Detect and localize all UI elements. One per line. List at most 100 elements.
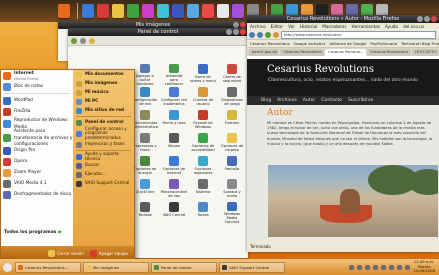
control-panel-item[interactable]: Fuentes bbox=[219, 110, 245, 131]
site-nav-link[interactable]: Contacto bbox=[321, 96, 342, 105]
site-nav-link[interactable]: Blog bbox=[261, 96, 271, 105]
control-panel-item[interactable]: Mouse bbox=[161, 133, 187, 154]
control-panel-item[interactable]: Cuentas de usuario bbox=[190, 87, 216, 108]
control-panel-item[interactable]: Herramientas administrativas bbox=[132, 110, 158, 131]
firefox-menu-delicious[interactable]: del.icio.us bbox=[403, 23, 424, 30]
control-panel-item[interactable]: Sistema bbox=[190, 179, 216, 200]
clock[interactable]: 11:49 a.m. Martes 15/08/2006 bbox=[413, 259, 435, 273]
bookmark-item[interactable]: Cesarius Revolutions bbox=[250, 40, 290, 47]
site-nav-link[interactable]: Suscribirse bbox=[348, 96, 373, 105]
control-panel-titlebar[interactable]: Panel de control bbox=[68, 28, 248, 36]
note-icon[interactable] bbox=[217, 4, 229, 18]
start-menu-program[interactable]: VAIO Media 4.1 bbox=[1, 178, 73, 189]
firefox-menu-historial[interactable]: Historial bbox=[300, 23, 317, 30]
photo-icon[interactable] bbox=[142, 4, 154, 18]
security-icon[interactable] bbox=[365, 264, 371, 270]
control-panel-item[interactable]: Configurar red inalámbrica bbox=[161, 87, 187, 108]
control-panel-item[interactable]: Centro de seguridad bbox=[219, 64, 245, 85]
firefox-menu-archivo[interactable]: Archivo bbox=[250, 23, 266, 30]
control-panel-item[interactable]: Firewall de Windows bbox=[190, 110, 216, 131]
taskbar-task[interactable]: Cesarius Revolutions... bbox=[15, 261, 81, 273]
start-menu-place[interactable]: Mis sitios de red bbox=[73, 106, 134, 115]
control-panel-item[interactable]: Reconocimiento de voz bbox=[161, 179, 187, 200]
bookmark-item[interactable]: AdSense de Google bbox=[329, 40, 366, 47]
control-panel-item[interactable]: Opciones de Internet bbox=[161, 156, 187, 177]
control-panel-item[interactable]: Teclado bbox=[132, 202, 158, 223]
control-panel-item[interactable]: Configuración de red bbox=[132, 87, 158, 108]
firefox-menu-ver[interactable]: Ver bbox=[288, 23, 295, 30]
maximize-icon[interactable] bbox=[424, 16, 430, 22]
close-icon[interactable] bbox=[431, 16, 437, 22]
control-panel-item[interactable]: Opciones regionales bbox=[190, 156, 216, 177]
bookmark-item[interactable]: Technorati Blog Finder bbox=[401, 40, 439, 47]
control-panel-item[interactable]: Sonidos y audio bbox=[219, 179, 245, 200]
control-panel-item[interactable]: Fecha y hora bbox=[161, 110, 187, 131]
site-nav-link[interactable]: Autor bbox=[303, 96, 316, 105]
start-menu-place[interactable]: Mi música bbox=[73, 88, 134, 97]
browser-tab[interactable]: pers.II.gov.do bbox=[249, 49, 280, 56]
folder-icon[interactable] bbox=[112, 4, 124, 18]
volume-icon[interactable] bbox=[349, 264, 355, 270]
firefox-menu-editar[interactable]: Editar bbox=[271, 23, 283, 30]
browser-tab[interactable]: Cesarius Revolutions bbox=[366, 49, 411, 56]
back-icon[interactable] bbox=[249, 31, 255, 38]
control-panel-item[interactable]: Impresoras y faxes bbox=[132, 133, 158, 154]
taskbar-task[interactable]: Mis imágenes bbox=[83, 261, 149, 273]
control-panel-item[interactable]: Opciones de accesibilidad bbox=[190, 133, 216, 154]
start-menu-place[interactable]: Mi PC bbox=[73, 97, 134, 106]
bookmark-item[interactable]: Google Analytics bbox=[294, 40, 326, 47]
maximize-icon[interactable] bbox=[233, 29, 239, 35]
start-menu-program[interactable]: Bloc de notas bbox=[1, 81, 73, 92]
start-menu-program[interactable]: Desfragmentador de disco bbox=[1, 189, 73, 200]
chat-icon[interactable] bbox=[157, 4, 169, 18]
control-panel-item[interactable]: Tareas bbox=[190, 202, 216, 223]
minimize-icon[interactable] bbox=[226, 29, 232, 35]
control-panel-item[interactable]: VAIO Central bbox=[161, 202, 187, 223]
mail-icon[interactable] bbox=[82, 4, 94, 18]
url-input[interactable]: http://www.cesarius.net/autor/ bbox=[281, 30, 436, 39]
control-panel-item[interactable]: Barra de tareas y menú bbox=[190, 64, 216, 85]
bookmark-item[interactable]: PayPalUsuario bbox=[370, 40, 397, 47]
globe-icon[interactable] bbox=[187, 4, 199, 18]
browser-icon[interactable] bbox=[172, 4, 184, 18]
up-icon[interactable] bbox=[89, 37, 95, 44]
control-panel-item[interactable]: Opciones de carpeta bbox=[219, 133, 245, 154]
logoff-button[interactable]: Cerrar sesión bbox=[48, 249, 84, 257]
control-panel-item[interactable]: Pantalla bbox=[219, 156, 245, 177]
browser-tab[interactable]: LEVO.GOTO bbox=[411, 49, 439, 56]
forward-icon[interactable] bbox=[257, 31, 263, 38]
start-menu-place[interactable]: Ejecutar... bbox=[73, 170, 134, 179]
taskbar-task[interactable]: VAIO Support Central bbox=[219, 261, 285, 273]
site-nav-link[interactable]: Archivos bbox=[277, 96, 297, 105]
start-button[interactable] bbox=[3, 262, 12, 272]
start-menu-place[interactable]: Mis documentos bbox=[73, 70, 134, 79]
browser-tab[interactable]: Cesarius Revolutions bbox=[280, 49, 325, 56]
start-menu-place[interactable]: Impresoras y faxes bbox=[73, 140, 134, 149]
calendar-icon[interactable] bbox=[202, 4, 214, 18]
firefox-menu-herramientas[interactable]: Herramientas bbox=[352, 23, 381, 30]
update-icon[interactable] bbox=[373, 264, 379, 270]
start-menu-place[interactable]: Ayuda y soporte técnico bbox=[73, 151, 134, 161]
firefox-titlebar[interactable]: Cesarius Revolutions » Autor - Mozilla F… bbox=[247, 15, 439, 23]
site-title[interactable]: Cesarius Revolutions bbox=[267, 64, 374, 75]
media-icon[interactable] bbox=[97, 4, 109, 18]
antivirus-icon[interactable] bbox=[397, 264, 403, 270]
control-panel-item[interactable]: Agregar o quitar hardware bbox=[132, 64, 158, 85]
music-icon[interactable] bbox=[127, 4, 139, 18]
all-programs-button[interactable]: Todos los programas ▶ bbox=[4, 230, 62, 235]
firefox-menu-marcadores[interactable]: Marcadores bbox=[322, 23, 346, 30]
start-menu-program[interactable]: Zoom Player bbox=[1, 167, 73, 178]
start-menu-place[interactable]: Configurar acceso y programas predetermi… bbox=[73, 126, 134, 140]
control-panel-item[interactable]: Asistente para configurar bbox=[161, 64, 187, 85]
reload-icon[interactable] bbox=[265, 31, 271, 38]
forward-icon[interactable] bbox=[80, 37, 86, 44]
start-menu-place[interactable]: VAIO Support Central bbox=[73, 179, 134, 188]
usb-icon[interactable] bbox=[405, 264, 411, 270]
start-menu-place[interactable]: Buscar bbox=[73, 161, 134, 170]
control-panel-item[interactable]: Dispositivos de juego bbox=[219, 87, 245, 108]
control-panel-item[interactable]: QuickTime bbox=[132, 179, 158, 200]
home-icon[interactable] bbox=[273, 31, 279, 38]
minimize-icon[interactable] bbox=[417, 16, 423, 22]
firefox-icon[interactable] bbox=[58, 4, 70, 18]
start-menu-program[interactable]: Asistente para transferencia de archivos… bbox=[1, 129, 73, 147]
